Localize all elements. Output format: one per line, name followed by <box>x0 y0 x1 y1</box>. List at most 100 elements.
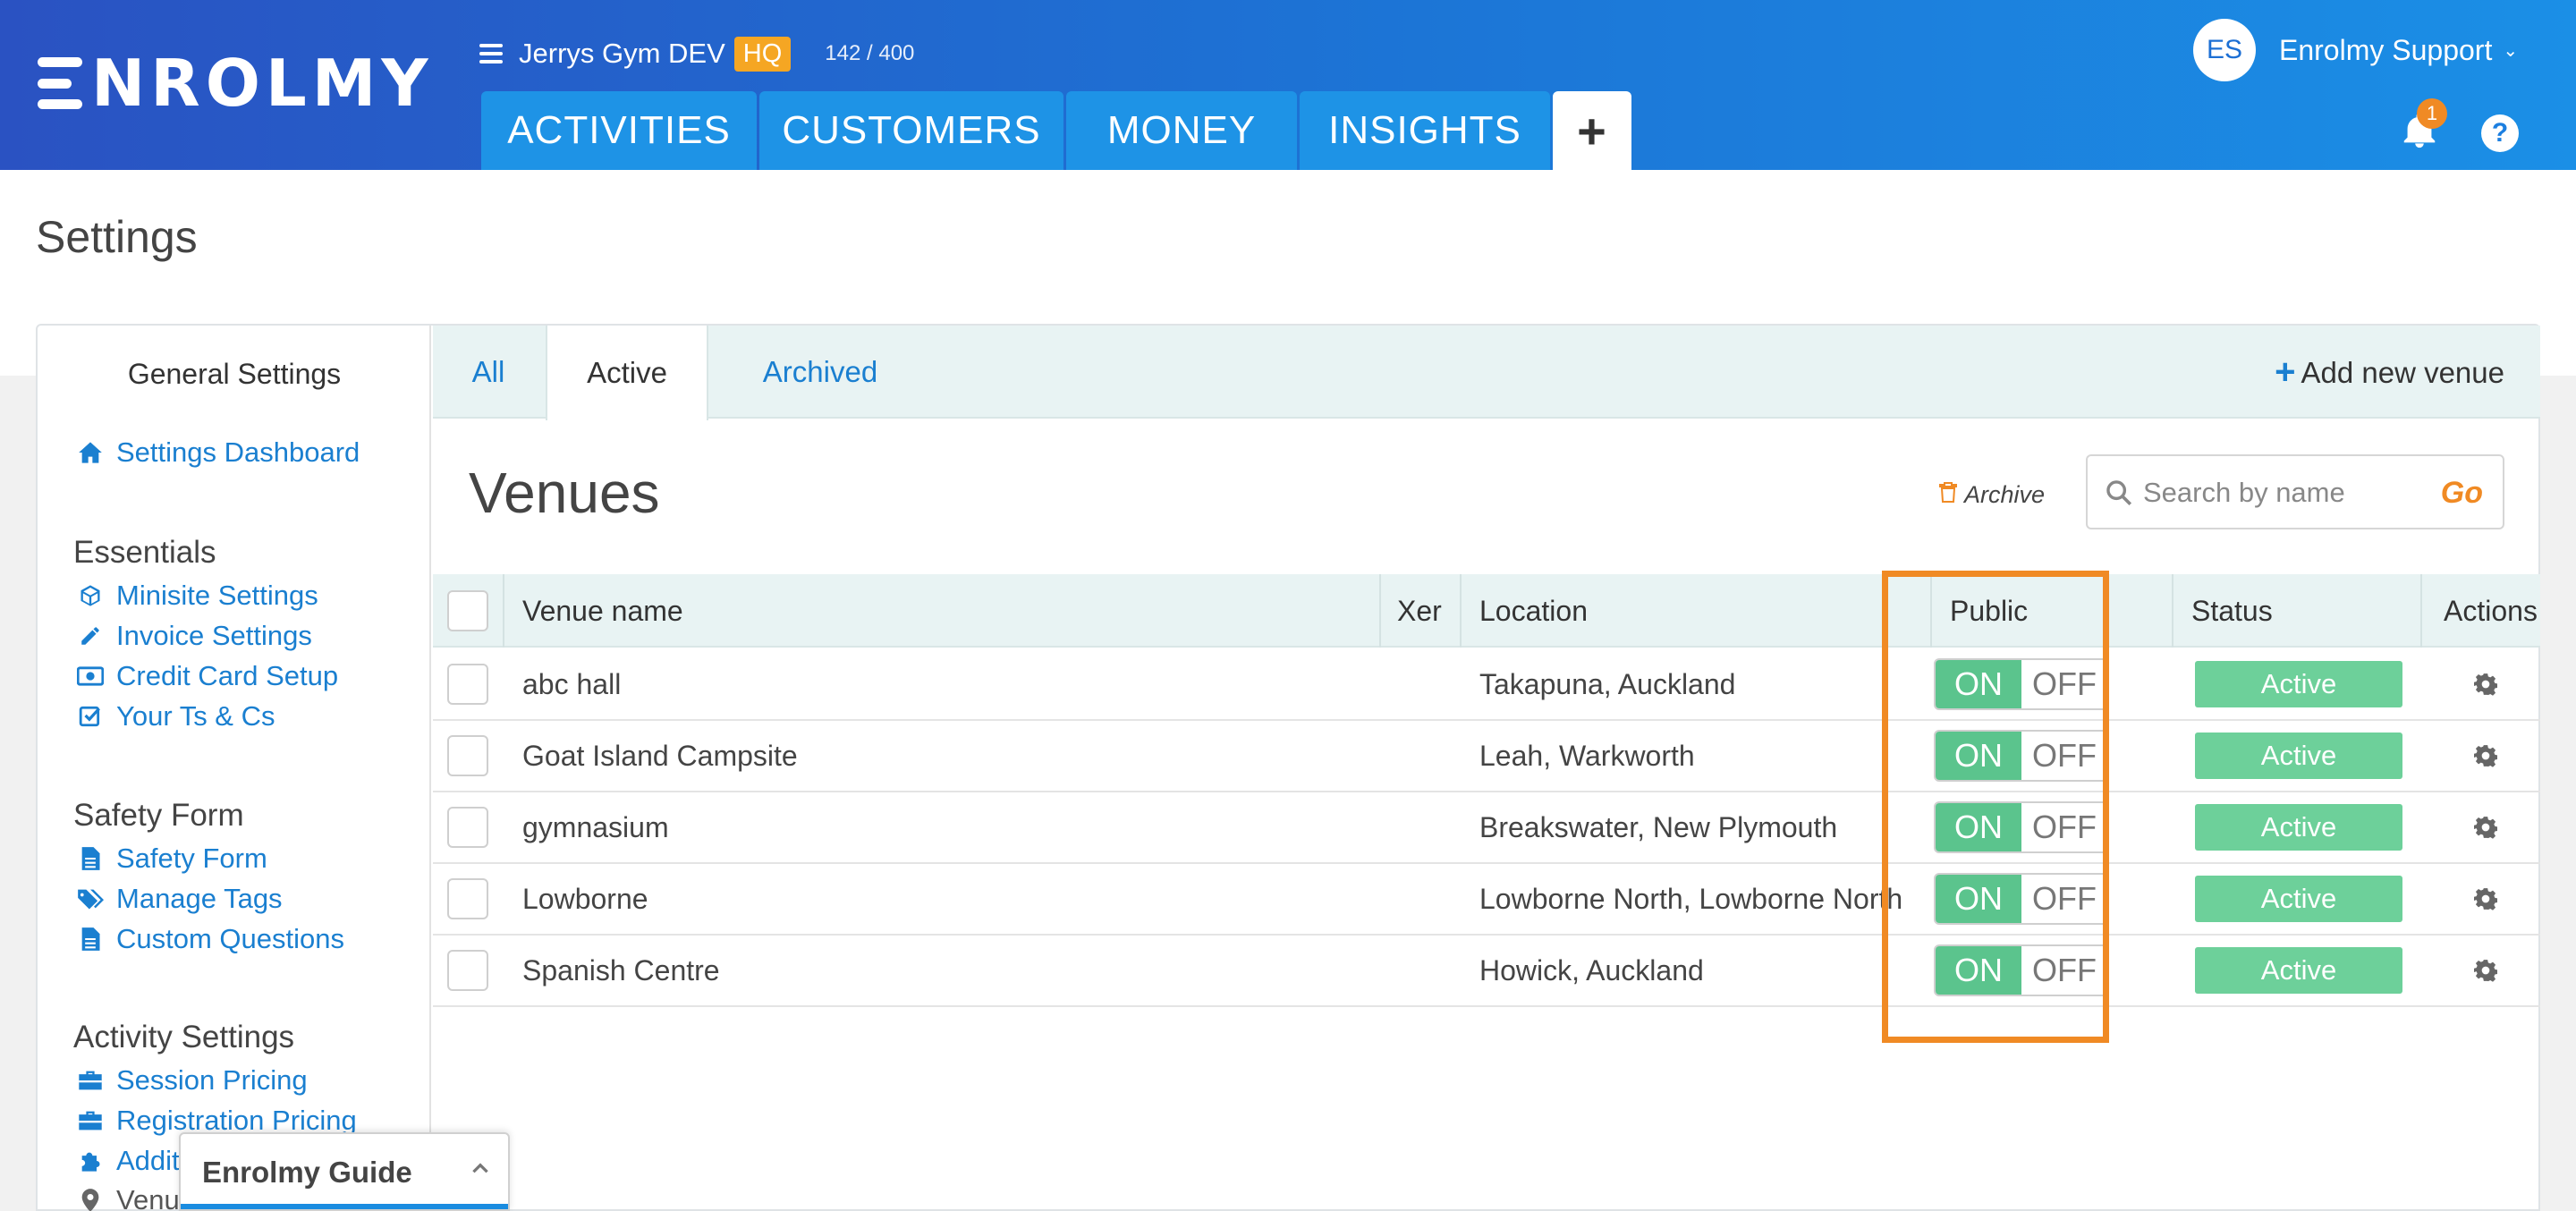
document-icon <box>77 845 104 872</box>
column-location[interactable]: Location <box>1479 574 1588 648</box>
org-switcher[interactable]: Jerrys Gym DEV HQ 142 / 400 <box>479 32 914 75</box>
tab-all[interactable]: All <box>433 326 544 419</box>
status-badge: Active <box>2195 661 2402 707</box>
pencil-icon <box>77 622 104 649</box>
hamburger-menu-icon[interactable] <box>479 44 503 64</box>
venue-location: Takapuna, Auckland <box>1479 667 1736 700</box>
table-row: abc hall Takapuna, Auckland ON OFF Active <box>433 649 2540 721</box>
gear-icon[interactable] <box>2474 744 2497 767</box>
document-icon <box>77 926 104 953</box>
select-all-checkbox[interactable] <box>447 574 488 648</box>
row-checkbox[interactable] <box>447 950 488 991</box>
sidebar-item-your-ts-cs[interactable]: Your Ts & Cs <box>77 700 275 733</box>
search-go-button[interactable]: Go <box>2441 476 2483 511</box>
sidebar-item-minisite-settings[interactable]: Minisite Settings <box>77 580 318 612</box>
checkbox-icon <box>77 703 104 730</box>
notification-badge: 1 <box>2417 98 2447 129</box>
column-xero[interactable]: Xer <box>1397 574 1442 648</box>
guide-label: Enrolmy Guide <box>202 1156 412 1189</box>
main-nav: ACTIVITIES CUSTOMERS MONEY INSIGHTS + <box>481 91 1634 170</box>
map-marker-icon <box>77 1187 104 1211</box>
search-icon <box>2106 480 2132 506</box>
nav-tab-activities[interactable]: ACTIVITIES <box>481 91 757 170</box>
venue-name[interactable]: Goat Island Campsite <box>522 721 798 791</box>
sidebar-item-credit-card-setup[interactable]: Credit Card Setup <box>77 660 338 692</box>
guide-progress-bar <box>181 1204 508 1209</box>
venue-name[interactable]: abc hall <box>522 649 621 719</box>
row-checkbox[interactable] <box>447 664 488 705</box>
home-icon <box>77 439 104 466</box>
status-badge: Active <box>2195 733 2402 779</box>
venues-main: All Active Archived + Add new venue Venu… <box>433 326 2540 1211</box>
table-header: Venue name Xer Location Public Status Ac… <box>433 574 2540 648</box>
plus-icon: + <box>2275 352 2296 392</box>
chevron-up-icon[interactable] <box>469 1157 492 1181</box>
sidebar-item-session-pricing[interactable]: Session Pricing <box>77 1064 308 1097</box>
usage-count: 142 / 400 <box>825 41 915 65</box>
money-icon <box>77 663 104 690</box>
sidebar-heading-essentials: Essentials <box>73 535 216 570</box>
gear-icon[interactable] <box>2474 816 2497 839</box>
trash-icon <box>1939 481 1957 509</box>
gear-icon[interactable] <box>2474 673 2497 696</box>
user-name: Enrolmy Support <box>2279 33 2493 66</box>
sidebar-title: General Settings <box>127 358 342 390</box>
cube-icon <box>77 582 104 609</box>
nav-tab-money[interactable]: MONEY <box>1066 91 1297 170</box>
row-checkbox[interactable] <box>447 807 488 848</box>
venue-location: Lowborne North, Lowborne North <box>1479 882 1903 915</box>
gear-icon[interactable] <box>2474 959 2497 982</box>
briefcase-icon <box>77 1067 104 1094</box>
avatar: ES <box>2193 19 2256 81</box>
nav-tab-customers[interactable]: CUSTOMERS <box>759 91 1063 170</box>
help-icon[interactable]: ? <box>2481 114 2519 152</box>
user-menu[interactable]: ES Enrolmy Support ⌄ <box>2193 19 2518 81</box>
sidebar-item-venues[interactable]: Venu <box>77 1184 180 1211</box>
venue-location: Leah, Warkworth <box>1479 739 1695 772</box>
table-row: Lowborne Lowborne North, Lowborne North … <box>433 864 2540 936</box>
archive-button[interactable]: Archive <box>1939 481 2045 509</box>
table-row: gymnasium Breakswater, New Plymouth ON OF… <box>433 792 2540 864</box>
add-tab-plus-icon[interactable]: + <box>1553 91 1631 170</box>
sidebar-heading-activity-settings: Activity Settings <box>73 1020 295 1054</box>
venue-name[interactable]: Lowborne <box>522 864 648 934</box>
enrolmy-guide-widget[interactable]: Enrolmy Guide <box>179 1132 510 1211</box>
column-venue-name[interactable]: Venue name <box>522 574 683 648</box>
tab-active[interactable]: Active <box>546 326 708 420</box>
org-name: Jerrys Gym DEV <box>519 38 725 69</box>
row-checkbox[interactable] <box>447 735 488 776</box>
hq-badge: HQ <box>733 36 792 72</box>
gear-icon[interactable] <box>2474 887 2497 910</box>
venue-name[interactable]: Spanish Centre <box>522 936 720 1005</box>
logo-e-mark <box>38 57 82 109</box>
page-title: Settings <box>36 212 198 262</box>
table-row: Goat Island Campsite Leah, Warkworth ON O… <box>433 721 2540 792</box>
sidebar-item-settings-dashboard[interactable]: Settings Dashboard <box>77 436 360 469</box>
puzzle-icon <box>77 1147 104 1174</box>
sidebar-item-custom-questions[interactable]: Custom Questions <box>77 923 344 955</box>
settings-panel: General Settings Settings Dashboard Esse… <box>36 324 2540 1211</box>
table-row: Spanish Centre Howick, Auckland ON OFF Ac… <box>433 936 2540 1007</box>
briefcase-icon <box>77 1107 104 1134</box>
venue-location: Howick, Auckland <box>1479 953 1704 987</box>
add-new-venue-button[interactable]: + Add new venue <box>2275 352 2504 393</box>
top-header: NROLMY Jerrys Gym DEV HQ 142 / 400 ACTIV… <box>0 0 2576 170</box>
status-badge: Active <box>2195 804 2402 851</box>
venue-tabs: All Active Archived + Add new venue <box>433 326 2540 420</box>
nav-tab-insights[interactable]: INSIGHTS <box>1300 91 1550 170</box>
sidebar-item-invoice-settings[interactable]: Invoice Settings <box>77 620 312 652</box>
sidebar-item-manage-tags[interactable]: Manage Tags <box>77 883 283 915</box>
public-column-highlight <box>1882 571 2109 1043</box>
enrolmy-logo[interactable]: NROLMY <box>38 46 434 121</box>
tab-archived[interactable]: Archived <box>708 326 932 419</box>
sidebar-heading-safety-form: Safety Form <box>73 798 244 833</box>
venue-search: Go <box>2086 454 2504 529</box>
search-input[interactable] <box>2143 469 2429 517</box>
column-status[interactable]: Status <box>2191 574 2273 648</box>
venue-name[interactable]: gymnasium <box>522 792 669 862</box>
sidebar-item-safety-form[interactable]: Safety Form <box>77 843 267 875</box>
sidebar-item-additional[interactable]: Additi <box>77 1145 186 1177</box>
status-badge: Active <box>2195 876 2402 922</box>
row-checkbox[interactable] <box>447 878 488 919</box>
logo-text: NROLMY <box>91 46 434 121</box>
